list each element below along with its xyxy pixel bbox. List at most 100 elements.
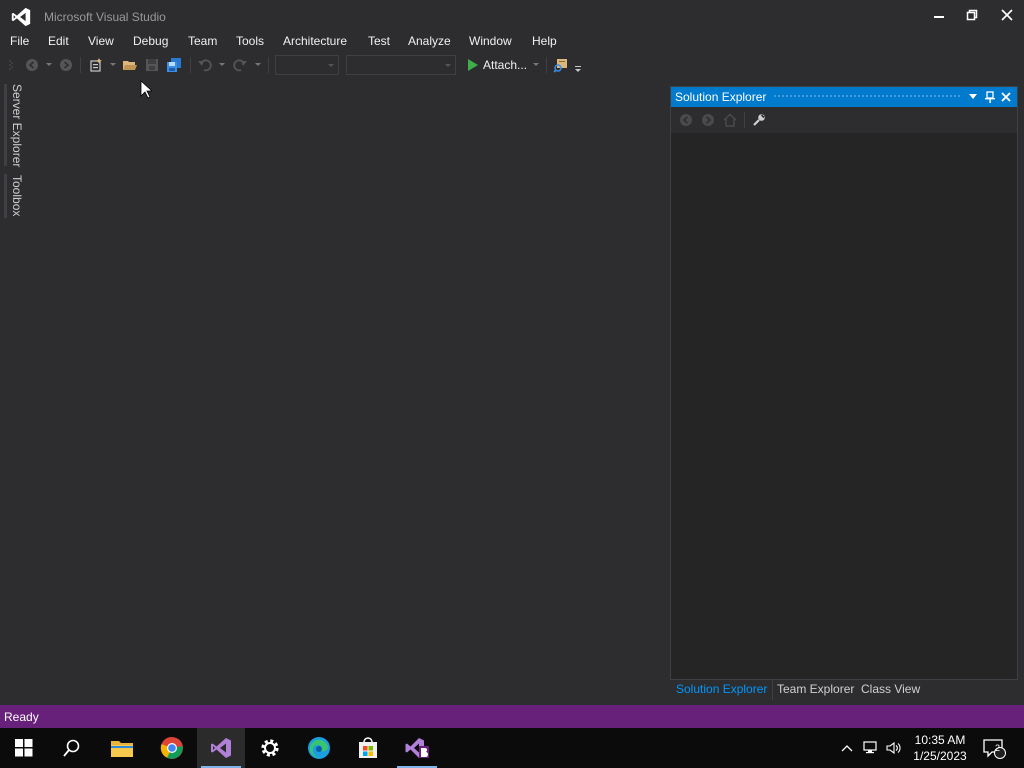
se-forward-button[interactable] [700,112,716,128]
forward-icon [702,114,714,126]
redo-button[interactable] [232,57,248,73]
settings-button[interactable] [246,728,294,768]
home-icon [723,113,737,127]
find-in-files-button[interactable] [553,57,569,73]
solution-explorer-tab-strip: Solution Explorer Team Explorer Class Vi… [670,680,1018,700]
toolbar-separator [190,57,191,73]
menu-file[interactable]: File [10,34,29,48]
vs-blend-button[interactable] [393,728,441,768]
find-in-files-icon [553,59,567,73]
chevron-up-icon [841,745,853,752]
toolbar-separator [744,112,745,128]
toolbar-separator [80,57,81,73]
close-button[interactable] [992,4,1022,26]
menu-help[interactable]: Help [532,34,557,48]
solution-platform-select[interactable] [346,55,456,75]
toolbox-tab[interactable]: Toolbox [10,175,24,216]
minimize-icon [934,16,944,18]
undo-dropdown-icon[interactable] [219,63,225,66]
save-all-button[interactable] [166,57,182,73]
toolbar-separator [546,57,547,73]
notification-icon [983,739,1006,759]
chevron-down-icon [969,94,977,99]
network-icon [863,741,877,754]
menu-edit[interactable]: Edit [48,34,69,48]
menu-test[interactable]: Test [368,34,390,48]
panel-grip[interactable] [773,94,961,99]
start-button[interactable] [0,728,48,768]
left-tool-window-rail: Server Explorer Toolbox [0,80,28,705]
close-icon [1001,92,1011,102]
notification-center-button[interactable]: 2 [980,728,1008,768]
show-hidden-icons-button[interactable] [838,728,856,768]
search-icon [63,739,80,757]
network-button[interactable] [861,728,881,768]
open-file-button[interactable] [122,57,138,73]
save-button[interactable] [144,57,160,73]
close-panel-button[interactable] [998,89,1014,105]
vs-blend-icon [405,738,429,758]
chrome-icon [160,736,183,759]
back-icon [680,114,692,126]
properties-wrench-icon [753,114,765,126]
notification-count: 2 [995,743,1001,753]
se-back-button[interactable] [678,112,694,128]
tab-separator [772,680,773,700]
new-project-button[interactable] [88,57,104,73]
menu-debug[interactable]: Debug [133,34,168,48]
menu-architecture[interactable]: Architecture [283,34,347,48]
attach-button[interactable]: Attach... [483,58,527,72]
menu-team[interactable]: Team [188,34,217,48]
auto-hide-button[interactable] [982,89,998,105]
rail-tab-indicator [4,84,7,166]
tab-solution-explorer[interactable]: Solution Explorer [676,682,767,696]
se-home-button[interactable] [722,112,738,128]
menu-analyze[interactable]: Analyze [408,34,451,48]
new-project-icon [90,58,102,72]
solution-configuration-select[interactable] [275,55,339,75]
minimize-button[interactable] [924,4,954,26]
server-explorer-tab[interactable]: Server Explorer [10,84,24,167]
pin-icon [985,91,995,103]
taskbar-clock[interactable]: 10:35 AM 1/25/2023 [910,732,970,764]
restore-icon [966,9,978,21]
menu-bar: File Edit View Debug Team Tools Architec… [0,32,1024,52]
menu-view[interactable]: View [88,34,114,48]
window-position-button[interactable] [965,89,981,105]
title-bar: Microsoft Visual Studio [0,0,1024,32]
toolbar-options-icon[interactable] [574,65,582,73]
windows-taskbar: 10:35 AM 1/25/2023 2 [0,728,1024,768]
visual-studio-taskbar-button[interactable] [197,728,245,768]
save-icon [146,59,158,71]
windows-start-icon [15,739,33,757]
attach-dropdown-icon[interactable] [533,63,539,66]
chrome-button[interactable] [148,728,196,768]
forward-button[interactable] [58,57,74,73]
store-button[interactable] [344,728,392,768]
toolbar-separator [268,57,269,73]
status-bar: Ready [0,705,1024,728]
solution-explorer-header: Solution Explorer [671,87,1017,107]
tab-class-view[interactable]: Class View [861,682,920,696]
file-explorer-button[interactable] [98,728,146,768]
back-button[interactable] [24,57,40,73]
edge-button[interactable] [295,728,343,768]
start-button[interactable] [464,57,480,73]
volume-button[interactable] [884,728,904,768]
solution-explorer-panel: Solution Explorer [670,86,1018,680]
solution-explorer-title: Solution Explorer [675,90,767,104]
window-title: Microsoft Visual Studio [44,10,166,24]
tab-team-explorer[interactable]: Team Explorer [777,682,854,696]
redo-dropdown-icon[interactable] [255,63,261,66]
se-properties-button[interactable] [751,112,767,128]
search-button[interactable] [48,728,96,768]
close-icon [1001,9,1013,21]
restore-button[interactable] [957,4,987,26]
menu-window[interactable]: Window [469,34,512,48]
toolbar-grip-icon [9,60,13,70]
back-icon [26,59,38,71]
menu-tools[interactable]: Tools [236,34,264,48]
back-dropdown-icon[interactable] [46,63,52,66]
new-project-dropdown-icon[interactable] [110,63,116,66]
undo-button[interactable] [197,57,213,73]
